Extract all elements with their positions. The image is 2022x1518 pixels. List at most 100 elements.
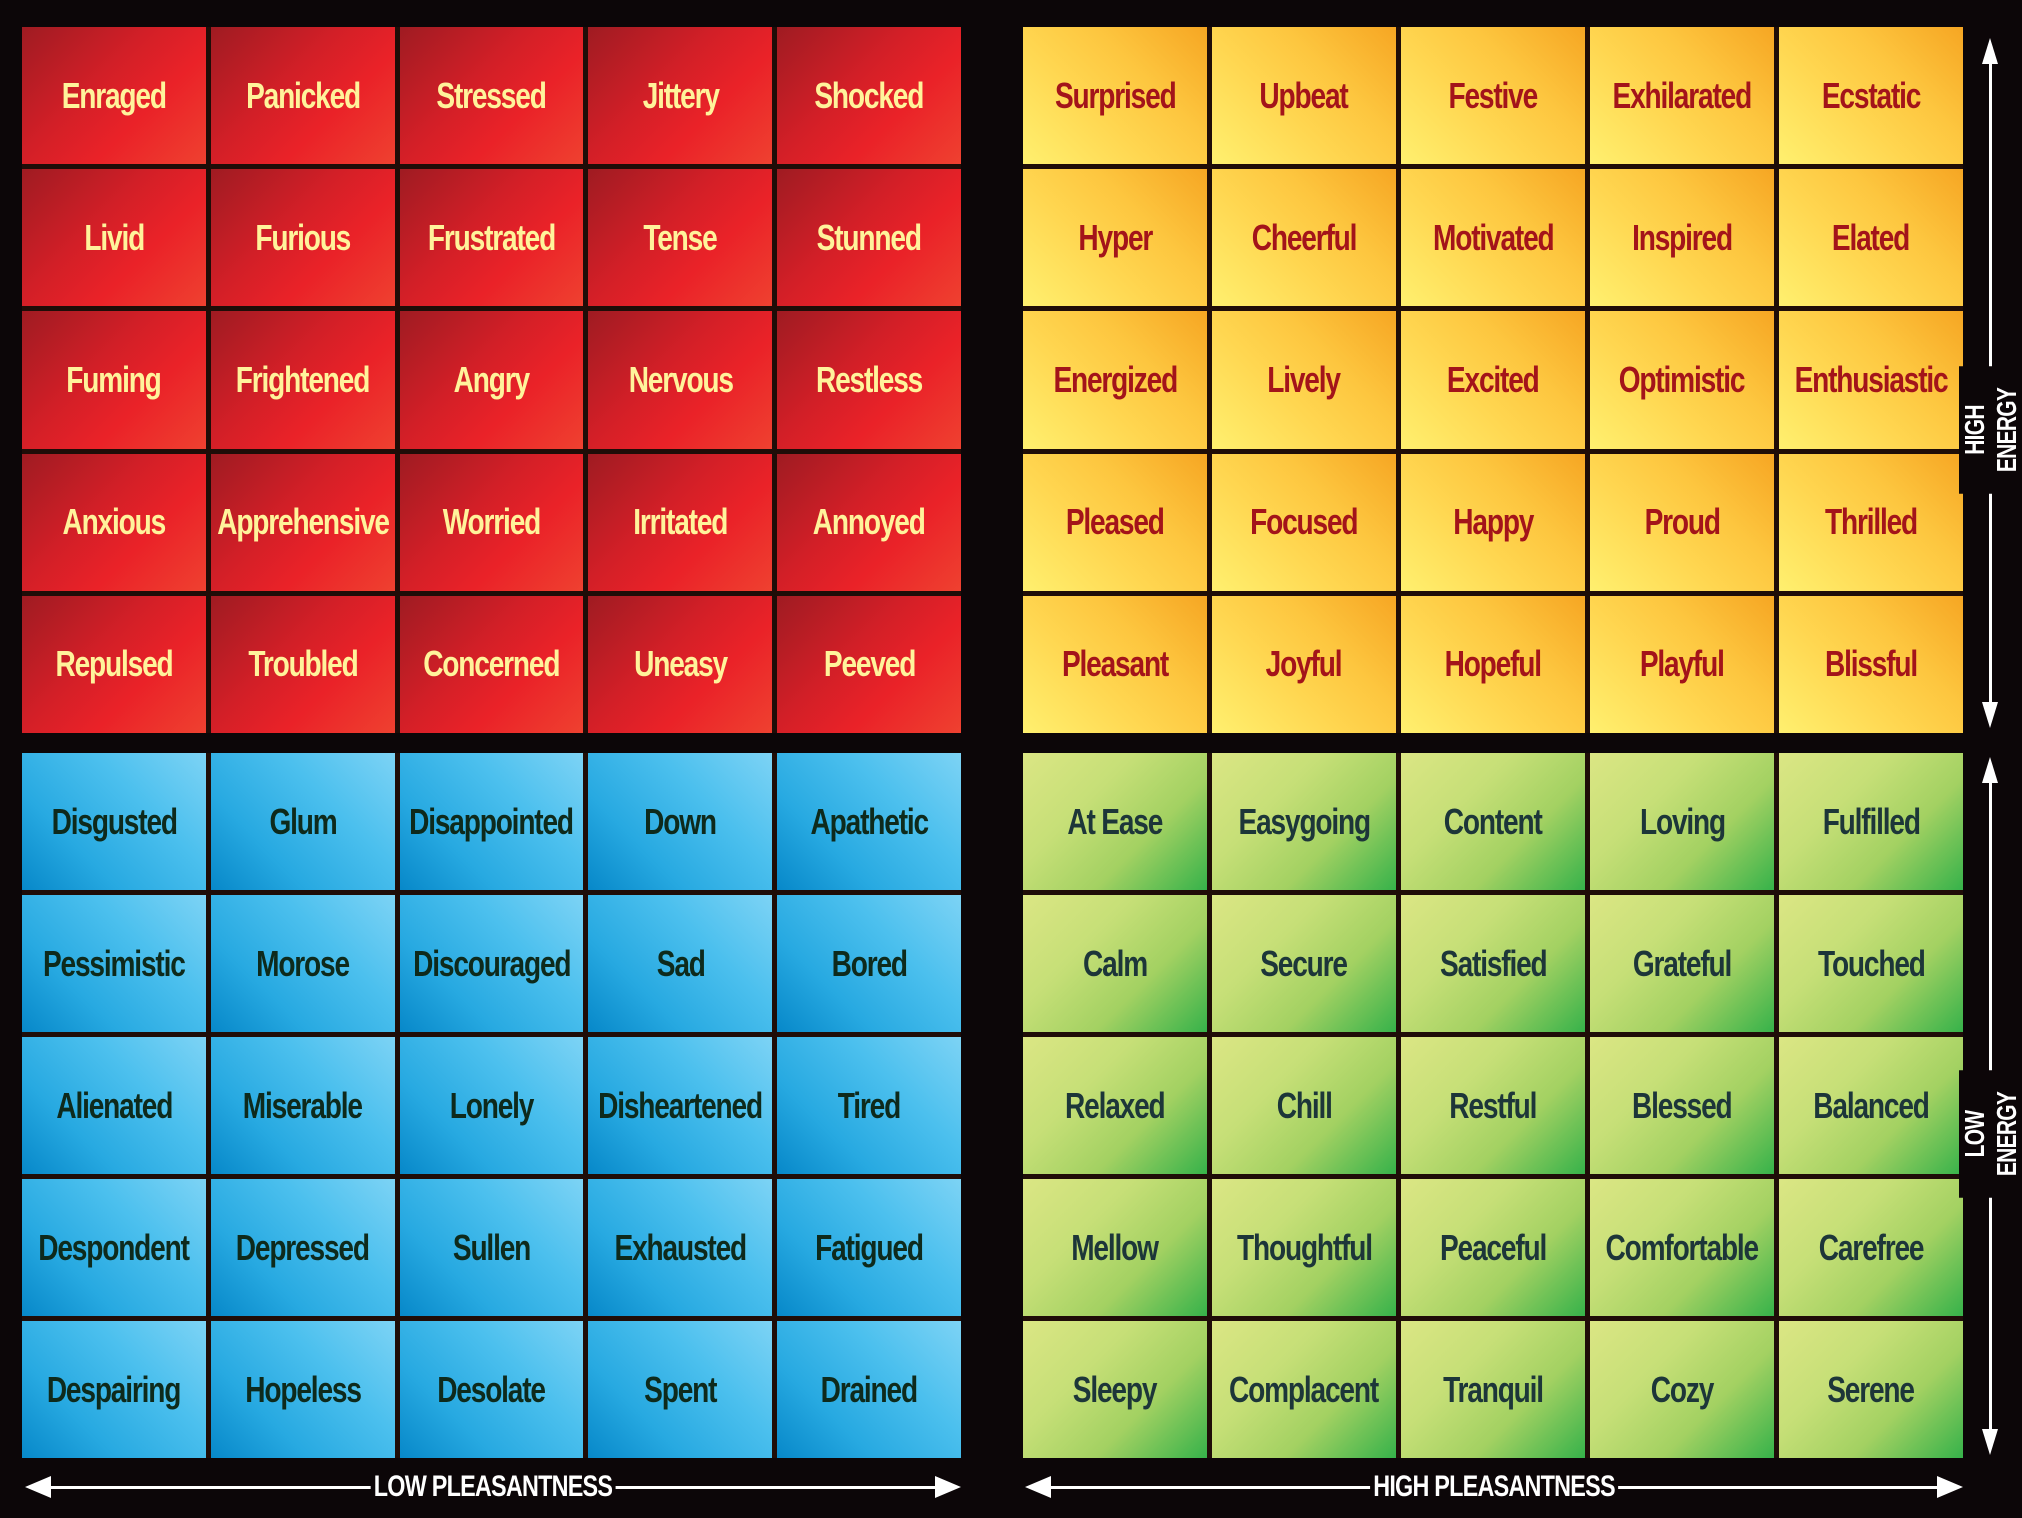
emotion-cell: Upbeat (1212, 27, 1396, 165)
emotion-label: Playful (1640, 643, 1725, 685)
emotion-label: Optimistic (1619, 358, 1746, 400)
emotion-cell: Frightened (210, 311, 395, 449)
emotion-cell: Playful (1590, 595, 1774, 733)
emotion-cell: Satisfied (1401, 895, 1585, 1032)
emotion-label: Exhilarated (1612, 74, 1753, 116)
emotion-label: Enthusiastic (1794, 358, 1949, 400)
high-energy-label: HIGH ENERGY (1959, 366, 2022, 494)
emotion-cell: Jittery (588, 27, 773, 165)
emotion-cell: Fulfilled (1779, 753, 1963, 890)
emotion-label: Troubled (248, 643, 358, 685)
emotion-cell: Hopeful (1401, 595, 1585, 733)
quadrant-blue: Disgusted Glum Disappointed Down Apathetic Pe… (22, 753, 961, 1458)
emotion-cell: Chill (1212, 1037, 1396, 1174)
emotion-label: Chill (1276, 1084, 1333, 1126)
emotion-label: Drained (820, 1368, 919, 1410)
emotion-label: Exhausted (614, 1226, 748, 1268)
emotion-cell: Thoughtful (1212, 1179, 1396, 1316)
emotion-cell: Spent (588, 1321, 773, 1458)
emotion-label: Spent (644, 1368, 717, 1410)
high-energy-axis: HIGH ENERGY (1959, 38, 2022, 728)
emotion-cell: At Ease (1023, 753, 1207, 890)
emotion-cell: Excited (1401, 311, 1585, 449)
emotion-label: Lonely (449, 1084, 535, 1126)
emotion-label: Motivated (1432, 216, 1555, 258)
emotion-cell: Optimistic (1590, 311, 1774, 449)
emotion-label: Cozy (1650, 1368, 1715, 1410)
emotion-label: Complacent (1229, 1368, 1379, 1410)
emotion-cell: Focused (1212, 453, 1396, 591)
emotion-cell: Mellow (1023, 1179, 1207, 1316)
emotion-label: Disheartened (598, 1084, 763, 1126)
emotion-cell: Depressed (210, 1179, 395, 1316)
emotion-label: Worried (442, 501, 542, 543)
emotion-cell: Lively (1212, 311, 1396, 449)
emotion-label: Pessimistic (43, 942, 186, 984)
emotion-label: Sad (656, 942, 705, 984)
emotion-label: Angry (453, 358, 530, 400)
emotion-cell: Serene (1779, 1321, 1963, 1458)
emotion-label: Upbeat (1259, 74, 1349, 116)
emotion-label: Alienated (55, 1084, 173, 1126)
emotion-cell: Drained (777, 1321, 961, 1458)
emotion-cell: Blissful (1779, 595, 1963, 733)
emotion-label: Annoyed (813, 501, 926, 543)
emotion-cell: Desolate (399, 1321, 584, 1458)
emotion-cell: Touched (1779, 895, 1963, 1032)
emotion-cell: Carefree (1779, 1179, 1963, 1316)
emotion-cell: Hyper (1023, 169, 1207, 307)
emotion-label: Comfortable (1605, 1226, 1760, 1268)
emotion-label: Mellow (1071, 1226, 1160, 1268)
emotion-cell: Anxious (22, 453, 206, 591)
low-pleasantness-axis: LOW PLEASANTNESS (25, 1470, 961, 1506)
emotion-cell: Nervous (588, 311, 773, 449)
emotion-cell: Bored (777, 895, 961, 1032)
emotion-cell: Fuming (22, 311, 206, 449)
emotion-label: Hyper (1078, 216, 1153, 258)
high-pleasantness-label: HIGH PLEASANTNESS (1370, 1470, 1618, 1504)
emotion-label: Fatigued (815, 1226, 924, 1268)
emotion-label: Focused (1250, 501, 1358, 543)
emotion-label: Pleased (1066, 501, 1165, 543)
emotion-cell: Disappointed (399, 753, 584, 890)
emotion-label: Despondent (38, 1226, 191, 1268)
emotion-cell: Tired (777, 1037, 961, 1174)
emotion-cell: Discouraged (399, 895, 584, 1032)
emotion-cell: Motivated (1401, 169, 1585, 307)
emotion-cell: Pessimistic (22, 895, 206, 1032)
emotion-cell: Despairing (22, 1321, 206, 1458)
emotion-label: Nervous (628, 358, 733, 400)
emotion-cell: Livid (22, 169, 206, 307)
emotion-label: Disgusted (51, 800, 177, 842)
emotion-cell: Sad (588, 895, 773, 1032)
emotion-cell: Thrilled (1779, 453, 1963, 591)
emotion-label: Blessed (1632, 1084, 1733, 1126)
emotion-cell: Cheerful (1212, 169, 1396, 307)
emotion-label: Elated (1832, 216, 1910, 258)
quadrant-red: Enraged Panicked Stressed Jittery Shocked Liv… (22, 27, 961, 733)
emotion-cell: Worried (399, 453, 584, 591)
emotion-label: Apprehensive (216, 501, 390, 543)
emotion-cell: Stressed (399, 27, 584, 165)
emotion-label: Glum (269, 800, 337, 842)
emotion-cell: Secure (1212, 895, 1396, 1032)
emotion-label: Apathetic (810, 800, 929, 842)
emotion-cell: Comfortable (1590, 1179, 1774, 1316)
emotion-label: Miserable (243, 1084, 363, 1126)
emotion-cell: Alienated (22, 1037, 206, 1174)
emotion-label: Panicked (245, 74, 361, 116)
emotion-label: Thoughtful (1236, 1226, 1373, 1268)
emotion-cell: Peeved (777, 595, 961, 733)
emotion-cell: Pleased (1023, 453, 1207, 591)
emotion-cell: Proud (1590, 453, 1774, 591)
emotion-cell: Troubled (210, 595, 395, 733)
emotion-cell: Enraged (22, 27, 206, 165)
emotion-label: Loving (1639, 800, 1725, 842)
emotion-label: Frustrated (427, 216, 556, 258)
emotion-cell: Irritated (588, 453, 773, 591)
emotion-cell: Miserable (210, 1037, 395, 1174)
emotion-label: Restful (1449, 1084, 1538, 1126)
emotion-cell: Apathetic (777, 753, 961, 890)
emotion-label: Uneasy (633, 643, 728, 685)
emotion-cell: Morose (210, 895, 395, 1032)
